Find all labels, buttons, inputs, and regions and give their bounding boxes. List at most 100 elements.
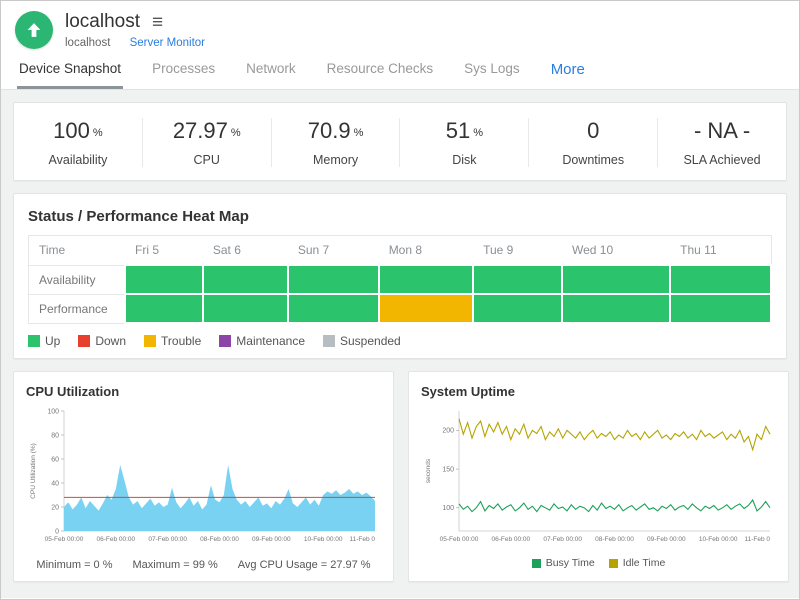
heatmap-legend: Up Down Trouble Maintenance Suspended [28,334,772,348]
heatmap-col-sun-7: Sun 7 [288,236,379,266]
heatmap-cell-up[interactable] [670,265,771,294]
app-header: localhost ≡ localhost Server Monitor [1,1,799,53]
status-legend-down: Down [78,334,126,348]
heatmap-card: Status / Performance Heat Map TimeFri 5S… [13,193,787,359]
legend-swatch-icon [78,335,90,347]
tab-resource-checks[interactable]: Resource Checks [325,53,436,89]
breadcrumb-device: localhost [65,37,110,49]
metric-label: Disk [400,153,528,167]
heatmap-cell-trouble[interactable] [379,294,473,323]
svg-text:08-Feb 00:00: 08-Feb 00:00 [595,536,634,543]
heatmap-col-fri-5: Fri 5 [125,236,203,266]
heatmap-cell-up[interactable] [203,294,288,323]
tab-more[interactable]: More [549,53,587,89]
metric-availability[interactable]: 100%Availability [14,118,142,167]
svg-text:200: 200 [442,428,454,435]
legend-swatch-icon [609,559,618,568]
svg-text:10-Feb 00:00: 10-Feb 00:00 [304,536,343,543]
legend-label: Up [45,334,60,348]
legend-swatch-icon [323,335,335,347]
heatmap-cell-up[interactable] [288,294,379,323]
status-legend-trouble: Trouble [144,334,201,348]
legend-label: Trouble [161,334,201,348]
svg-text:100: 100 [47,408,59,415]
metric-value: 100% [14,118,142,144]
page-title: localhost [65,11,140,33]
tab-sys-logs[interactable]: Sys Logs [462,53,522,89]
metric-label: CPU [143,153,271,167]
metric-value: 51% [400,118,528,144]
tab-bar: Device Snapshot Processes Network Resource … [1,53,799,90]
heatmap-cell-up[interactable] [670,294,771,323]
svg-text:60: 60 [51,456,59,463]
svg-text:0: 0 [55,528,59,535]
system-uptime-chart: 10015020005-Feb 00:0006-Feb 00:0007-Feb … [421,403,776,555]
heatmap-title: Status / Performance Heat Map [28,208,772,225]
menu-icon[interactable]: ≡ [152,13,163,32]
metric-cpu[interactable]: 27.97%CPU [142,118,271,167]
device-status-up-icon [15,11,53,49]
heatmap-cell-up[interactable] [473,265,562,294]
heatmap-col-mon-8: Mon 8 [379,236,473,266]
svg-text:20: 20 [51,504,59,511]
svg-text:05-Feb 00:00: 05-Feb 00:00 [45,536,84,543]
metric-value: - NA - [658,118,786,144]
cpu-stat: Minimum = 0 % [36,559,112,571]
heatmap-cell-up[interactable] [288,265,379,294]
cpu-utilization-chart: 02040608010005-Feb 00:0006-Feb 00:0007-F… [26,403,381,555]
heatmap-table: TimeFri 5Sat 6Sun 7Mon 8Tue 9Wed 10Thu 1… [28,235,772,324]
cpu-stat: Maximum = 99 % [133,559,218,571]
heatmap-cell-up[interactable] [562,294,670,323]
metric-disk[interactable]: 51% Disk [399,118,528,167]
status-legend-up: Up [28,334,60,348]
heatmap-col-sat-6: Sat 6 [203,236,288,266]
charts-row: CPU Utilization 02040608010005-Feb 00:00… [13,371,787,582]
tab-processes[interactable]: Processes [150,53,217,89]
svg-text:seconds: seconds [425,458,432,483]
svg-text:06-Feb 00:00: 06-Feb 00:00 [491,536,530,543]
uptime-legend-busy-time: Busy Time [532,557,595,569]
legend-swatch-icon [28,335,40,347]
heatmap-row-label-availability: Availability [29,265,126,294]
status-legend-maintenance: Maintenance [219,334,305,348]
legend-label: Idle Time [623,557,666,569]
svg-text:40: 40 [51,480,59,487]
metric-memory[interactable]: 70.9%Memory [271,118,400,167]
uptime-legend-idle-time: Idle Time [609,557,666,569]
legend-swatch-icon [219,335,231,347]
cpu-chart-stats: Minimum = 0 % Maximum = 99 % Avg CPU Usage… [26,559,381,571]
uptime-chart-title: System Uptime [421,384,776,399]
heatmap-cell-up[interactable] [379,265,473,294]
heatmap-cell-up[interactable] [203,265,288,294]
metric-sla-achieved[interactable]: - NA - SLA Achieved [657,118,786,167]
svg-text:11-Feb 0: 11-Feb 0 [349,536,375,543]
metric-value: 70.9% [272,118,400,144]
cpu-utilization-card: CPU Utilization 02040608010005-Feb 00:00… [13,371,394,582]
system-uptime-card: System Uptime 10015020005-Feb 00:0006-Fe… [408,371,789,582]
metric-downtimes[interactable]: 0Downtimes [528,118,657,167]
metric-label: SLA Achieved [658,153,786,167]
heatmap-cell-up[interactable] [125,265,203,294]
heatmap-col-tue-9: Tue 9 [473,236,562,266]
heatmap-col-thu-11: Thu 11 [670,236,771,266]
tab-network[interactable]: Network [244,53,298,89]
heatmap-col-wed-10: Wed 10 [562,236,670,266]
heatmap-cell-up[interactable] [125,294,203,323]
metric-unit: % [473,127,483,139]
dashboard-content: 100%Availability27.97%CPU70.9%Memory51%D… [1,90,799,598]
status-legend-suspended: Suspended [323,334,401,348]
breadcrumb: localhost Server Monitor [65,37,205,49]
title-block: localhost ≡ localhost Server Monitor [65,11,205,49]
svg-text:07-Feb 00:00: 07-Feb 00:00 [543,536,582,543]
cpu-chart-title: CPU Utilization [26,384,381,399]
svg-text:CPU Utilization (%): CPU Utilization (%) [30,443,37,499]
tab-device-snapshot[interactable]: Device Snapshot [17,53,123,89]
svg-text:09-Feb 00:00: 09-Feb 00:00 [252,536,291,543]
breadcrumb-server-monitor-link[interactable]: Server Monitor [130,37,205,49]
svg-text:11-Feb 0: 11-Feb 0 [744,536,770,543]
cpu-stat: Avg CPU Usage = 27.97 % [238,559,371,571]
metric-unit: % [93,127,103,139]
heatmap-cell-up[interactable] [562,265,670,294]
heatmap-cell-up[interactable] [473,294,562,323]
metric-value: 0 [529,118,657,144]
